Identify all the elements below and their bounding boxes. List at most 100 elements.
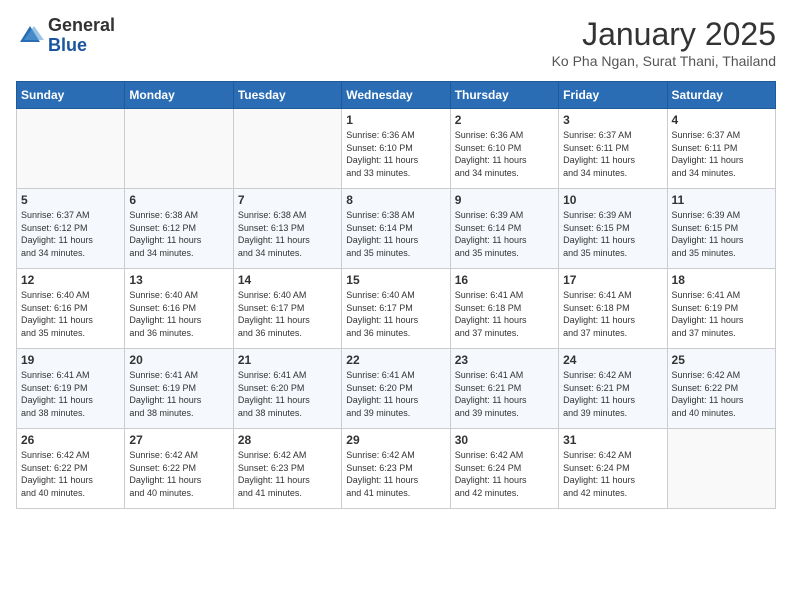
day-info: Sunrise: 6:42 AM Sunset: 6:23 PM Dayligh… — [346, 449, 445, 499]
calendar-cell — [17, 109, 125, 189]
calendar-cell: 7 Sunrise: 6:38 AM Sunset: 6:13 PM Daylig… — [233, 189, 341, 269]
calendar-cell: 3Sunrise: 6:37 AM Sunset: 6:11 PM Daylig… — [559, 109, 667, 189]
day-number: 24 — [563, 353, 662, 367]
day-info: Sunrise: 6:39 AM Sunset: 6:14 PM Dayligh… — [455, 209, 554, 259]
day-number: 11 — [672, 193, 771, 207]
page-header: General Blue January 2025 Ko Pha Ngan, S… — [16, 16, 776, 69]
day-number: 7 — [238, 193, 337, 207]
calendar-week-4: 19 Sunrise: 6:41 AM Sunset: 6:19 PM Dayli… — [17, 349, 776, 429]
calendar-cell: 24Sunrise: 6:42 AM Sunset: 6:21 PM Dayli… — [559, 349, 667, 429]
day-info: Sunrise: 6:38 AM Sunset: 6:13 PM Dayligh… — [238, 209, 337, 259]
calendar-header-sunday: Sunday — [17, 82, 125, 109]
calendar-header-row: SundayMondayTuesdayWednesdayThursdayFrid… — [17, 82, 776, 109]
calendar-cell: 26 Sunrise: 6:42 AM Sunset: 6:22 PM Dayli… — [17, 429, 125, 509]
calendar-cell: 19Sunrise: 6:41 AM Sunset: 6:19 PM Dayli… — [17, 349, 125, 429]
calendar-cell: 29 Sunrise: 6:42 AM Sunset: 6:23 PM Dayli… — [342, 429, 450, 509]
logo-general: General — [48, 15, 115, 35]
calendar-header-thursday: Thursday — [450, 82, 558, 109]
day-number: 15 — [346, 273, 445, 287]
day-number: 12 — [21, 273, 120, 287]
logo-text: General Blue — [48, 16, 115, 56]
day-number: 19 — [21, 353, 120, 367]
day-number: 23 — [455, 353, 554, 367]
logo-icon — [16, 22, 44, 50]
day-number: 29 — [346, 433, 445, 447]
day-number: 16 — [455, 273, 554, 287]
day-info: Sunrise: 6:41 AM Sunset: 6:20 PM Dayligh… — [346, 369, 445, 419]
calendar-header-tuesday: Tuesday — [233, 82, 341, 109]
calendar-cell: 14 Sunrise: 6:40 AM Sunset: 6:17 PM Dayli… — [233, 269, 341, 349]
calendar-table: SundayMondayTuesdayWednesdayThursdayFrid… — [16, 81, 776, 509]
month-title: January 2025 — [552, 16, 776, 53]
day-number: 2 — [455, 113, 554, 127]
calendar-cell: 25 Sunrise: 6:42 AM Sunset: 6:22 PM Dayli… — [667, 349, 775, 429]
day-number: 21 — [238, 353, 337, 367]
day-number: 18 — [672, 273, 771, 287]
day-info: Sunrise: 6:41 AM Sunset: 6:20 PM Dayligh… — [238, 369, 337, 419]
calendar-cell: 31Sunrise: 6:42 AM Sunset: 6:24 PM Dayli… — [559, 429, 667, 509]
calendar-cell — [125, 109, 233, 189]
day-info: Sunrise: 6:41 AM Sunset: 6:19 PM Dayligh… — [672, 289, 771, 339]
day-number: 20 — [129, 353, 228, 367]
calendar-cell: 17 Sunrise: 6:41 AM Sunset: 6:18 PM Dayli… — [559, 269, 667, 349]
calendar-cell: 18 Sunrise: 6:41 AM Sunset: 6:19 PM Dayli… — [667, 269, 775, 349]
day-number: 22 — [346, 353, 445, 367]
day-number: 9 — [455, 193, 554, 207]
day-info: Sunrise: 6:42 AM Sunset: 6:22 PM Dayligh… — [129, 449, 228, 499]
day-info: Sunrise: 6:41 AM Sunset: 6:18 PM Dayligh… — [455, 289, 554, 339]
day-info: Sunrise: 6:38 AM Sunset: 6:14 PM Dayligh… — [346, 209, 445, 259]
day-number: 28 — [238, 433, 337, 447]
day-info: Sunrise: 6:40 AM Sunset: 6:16 PM Dayligh… — [129, 289, 228, 339]
calendar-week-5: 26 Sunrise: 6:42 AM Sunset: 6:22 PM Dayli… — [17, 429, 776, 509]
calendar-cell: 10Sunrise: 6:39 AM Sunset: 6:15 PM Dayli… — [559, 189, 667, 269]
day-number: 10 — [563, 193, 662, 207]
day-info: Sunrise: 6:41 AM Sunset: 6:18 PM Dayligh… — [563, 289, 662, 339]
calendar-cell: 21 Sunrise: 6:41 AM Sunset: 6:20 PM Dayli… — [233, 349, 341, 429]
day-info: Sunrise: 6:41 AM Sunset: 6:21 PM Dayligh… — [455, 369, 554, 419]
title-block: January 2025 Ko Pha Ngan, Surat Thani, T… — [552, 16, 776, 69]
calendar-cell: 4 Sunrise: 6:37 AM Sunset: 6:11 PM Daylig… — [667, 109, 775, 189]
day-info: Sunrise: 6:37 AM Sunset: 6:11 PM Dayligh… — [672, 129, 771, 179]
day-number: 3 — [563, 113, 662, 127]
calendar-header-friday: Friday — [559, 82, 667, 109]
calendar-cell: 16 Sunrise: 6:41 AM Sunset: 6:18 PM Dayli… — [450, 269, 558, 349]
day-info: Sunrise: 6:42 AM Sunset: 6:22 PM Dayligh… — [672, 369, 771, 419]
day-info: Sunrise: 6:36 AM Sunset: 6:10 PM Dayligh… — [346, 129, 445, 179]
calendar-cell: 1 Sunrise: 6:36 AM Sunset: 6:10 PM Daylig… — [342, 109, 450, 189]
day-number: 17 — [563, 273, 662, 287]
day-info: Sunrise: 6:36 AM Sunset: 6:10 PM Dayligh… — [455, 129, 554, 179]
calendar-cell: 28Sunrise: 6:42 AM Sunset: 6:23 PM Dayli… — [233, 429, 341, 509]
day-info: Sunrise: 6:41 AM Sunset: 6:19 PM Dayligh… — [129, 369, 228, 419]
day-info: Sunrise: 6:40 AM Sunset: 6:17 PM Dayligh… — [238, 289, 337, 339]
day-info: Sunrise: 6:40 AM Sunset: 6:16 PM Dayligh… — [21, 289, 120, 339]
calendar-cell: 23 Sunrise: 6:41 AM Sunset: 6:21 PM Dayli… — [450, 349, 558, 429]
day-number: 6 — [129, 193, 228, 207]
day-number: 13 — [129, 273, 228, 287]
calendar-cell: 2 Sunrise: 6:36 AM Sunset: 6:10 PM Daylig… — [450, 109, 558, 189]
day-number: 27 — [129, 433, 228, 447]
calendar-week-3: 12 Sunrise: 6:40 AM Sunset: 6:16 PM Dayli… — [17, 269, 776, 349]
calendar-header-monday: Monday — [125, 82, 233, 109]
calendar-cell: 11Sunrise: 6:39 AM Sunset: 6:15 PM Dayli… — [667, 189, 775, 269]
calendar-cell: 30 Sunrise: 6:42 AM Sunset: 6:24 PM Dayli… — [450, 429, 558, 509]
day-info: Sunrise: 6:38 AM Sunset: 6:12 PM Dayligh… — [129, 209, 228, 259]
day-number: 14 — [238, 273, 337, 287]
calendar-cell: 9 Sunrise: 6:39 AM Sunset: 6:14 PM Daylig… — [450, 189, 558, 269]
calendar-cell: 27 Sunrise: 6:42 AM Sunset: 6:22 PM Dayli… — [125, 429, 233, 509]
day-number: 26 — [21, 433, 120, 447]
day-number: 1 — [346, 113, 445, 127]
day-number: 4 — [672, 113, 771, 127]
calendar-week-1: 1 Sunrise: 6:36 AM Sunset: 6:10 PM Daylig… — [17, 109, 776, 189]
calendar-cell — [233, 109, 341, 189]
calendar-cell: 22 Sunrise: 6:41 AM Sunset: 6:20 PM Dayli… — [342, 349, 450, 429]
day-number: 25 — [672, 353, 771, 367]
day-info: Sunrise: 6:42 AM Sunset: 6:22 PM Dayligh… — [21, 449, 120, 499]
day-info: Sunrise: 6:37 AM Sunset: 6:12 PM Dayligh… — [21, 209, 120, 259]
day-number: 30 — [455, 433, 554, 447]
calendar-cell: 8Sunrise: 6:38 AM Sunset: 6:14 PM Daylig… — [342, 189, 450, 269]
day-number: 31 — [563, 433, 662, 447]
day-info: Sunrise: 6:42 AM Sunset: 6:24 PM Dayligh… — [455, 449, 554, 499]
calendar-week-2: 5Sunrise: 6:37 AM Sunset: 6:12 PM Daylig… — [17, 189, 776, 269]
calendar-header-wednesday: Wednesday — [342, 82, 450, 109]
logo-blue: Blue — [48, 35, 87, 55]
